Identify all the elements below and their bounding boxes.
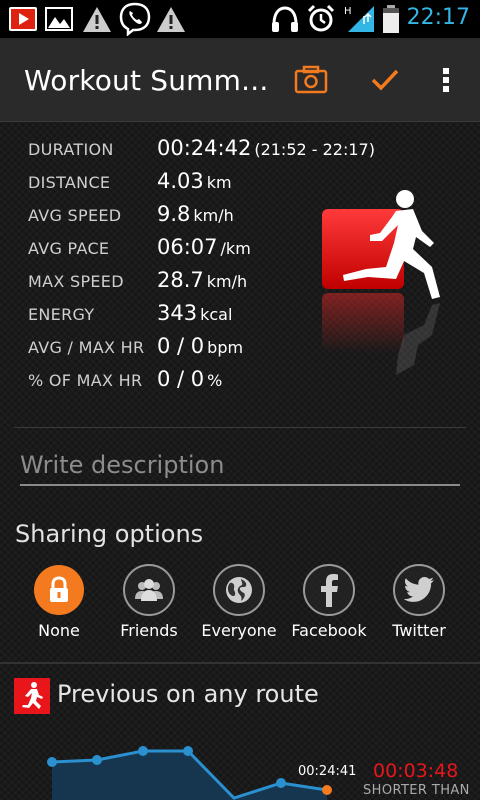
time-difference: 00:03:48 <box>373 760 459 782</box>
chart-point <box>47 757 57 767</box>
viber-icon <box>119 2 151 36</box>
share-circle[interactable] <box>393 564 445 616</box>
stat-unit: km <box>206 173 232 192</box>
previous-time: 00:24:41 <box>298 764 357 779</box>
camera-icon[interactable] <box>293 62 329 98</box>
status-bar: H 22:17 <box>0 0 480 38</box>
gallery-icon <box>45 7 73 31</box>
warning-icon <box>83 7 111 32</box>
stat-value: 4.03 km <box>157 169 232 193</box>
share-label: Twitter <box>392 621 446 640</box>
runner-icon <box>22 682 43 709</box>
headphones-icon <box>272 6 298 32</box>
stat-label: % OF MAX HR <box>28 371 143 390</box>
youtube-icon <box>9 7 37 31</box>
stat-value: 343 kcal <box>157 301 232 325</box>
stat-label: AVG PACE <box>28 239 110 258</box>
description-input[interactable] <box>20 446 460 486</box>
previous-route-title: Previous on any route <box>57 680 319 708</box>
divider <box>0 662 480 664</box>
stat-label: AVG / MAX HR <box>28 338 145 357</box>
stat-value-number: 0 / 0 <box>157 334 205 358</box>
comparison-label: SHORTER THAN <box>363 783 470 798</box>
running-sport-icon <box>322 190 440 375</box>
status-time: 22:17 <box>406 5 470 30</box>
stat-unit: km/h <box>193 206 234 225</box>
stat-value-number: 0 / 0 <box>157 367 205 391</box>
stat-unit: (21:52 - 22:17) <box>254 140 375 159</box>
share-circle[interactable] <box>123 564 175 616</box>
share-circle[interactable] <box>213 564 265 616</box>
share-option-everyone[interactable]: Everyone <box>194 562 284 646</box>
page-title: Workout Summ... <box>24 64 269 97</box>
previous-route-badge <box>14 678 50 714</box>
stat-unit: km/h <box>206 272 248 291</box>
stat-value-number: 343 <box>157 301 198 325</box>
stat-label: AVG SPEED <box>28 206 122 225</box>
share-option-friends[interactable]: Friends <box>104 562 194 646</box>
stat-label: DISTANCE <box>28 173 111 192</box>
alarm-icon <box>307 4 335 32</box>
action-bar: Workout Summ... <box>0 38 480 122</box>
stat-label: ENERGY <box>28 305 95 324</box>
share-circle[interactable] <box>303 564 355 616</box>
stat-unit: bpm <box>207 338 244 357</box>
stat-label: DURATION <box>28 140 114 159</box>
stat-value-number: 9.8 <box>157 202 191 226</box>
facebook-icon <box>321 574 338 607</box>
twitter-icon <box>404 577 434 602</box>
stat-label: MAX SPEED <box>28 272 124 291</box>
stat-value-number: 06:07 <box>157 235 218 259</box>
svg-text:H: H <box>344 6 352 17</box>
share-option-none[interactable]: None <box>14 562 104 646</box>
stat-unit: /km <box>220 239 251 258</box>
divider <box>14 427 466 428</box>
share-option-facebook[interactable]: Facebook <box>284 562 374 646</box>
stat-value: 28.7 km/h <box>157 268 247 292</box>
overflow-menu-icon[interactable] <box>431 62 461 98</box>
chart-point <box>276 778 286 788</box>
stat-value-number: 00:24:42 <box>157 136 252 160</box>
chart-point <box>138 746 148 756</box>
share-circle[interactable] <box>34 565 84 615</box>
stat-unit: % <box>207 371 223 390</box>
stat-value: 00:24:42 (21:52 - 22:17) <box>157 136 375 160</box>
stat-value-number: 4.03 <box>157 169 204 193</box>
battery-icon <box>383 5 399 33</box>
lock-icon <box>50 576 68 602</box>
stat-value: 0 / 0 bpm <box>157 334 243 358</box>
signal-hplus-icon: H <box>344 6 374 32</box>
stat-unit: kcal <box>200 305 233 324</box>
chart-point <box>92 755 102 765</box>
chart-point <box>183 746 193 756</box>
stat-duration: DURATION 00:24:42 (21:52 - 22:17) <box>28 136 468 169</box>
stat-value-number: 28.7 <box>157 268 204 292</box>
stat-value: 06:07/km <box>157 235 251 259</box>
sharing-title: Sharing options <box>15 520 204 548</box>
warning-icon <box>157 7 185 32</box>
stat-value: 9.8 km/h <box>157 202 234 226</box>
check-icon[interactable] <box>367 62 403 98</box>
chart-point-current <box>322 785 332 795</box>
stat-value: 0 / 0% <box>157 367 222 391</box>
friends-icon <box>135 579 163 601</box>
share-option-twitter[interactable]: Twitter <box>374 562 464 646</box>
globe-icon <box>226 577 252 603</box>
